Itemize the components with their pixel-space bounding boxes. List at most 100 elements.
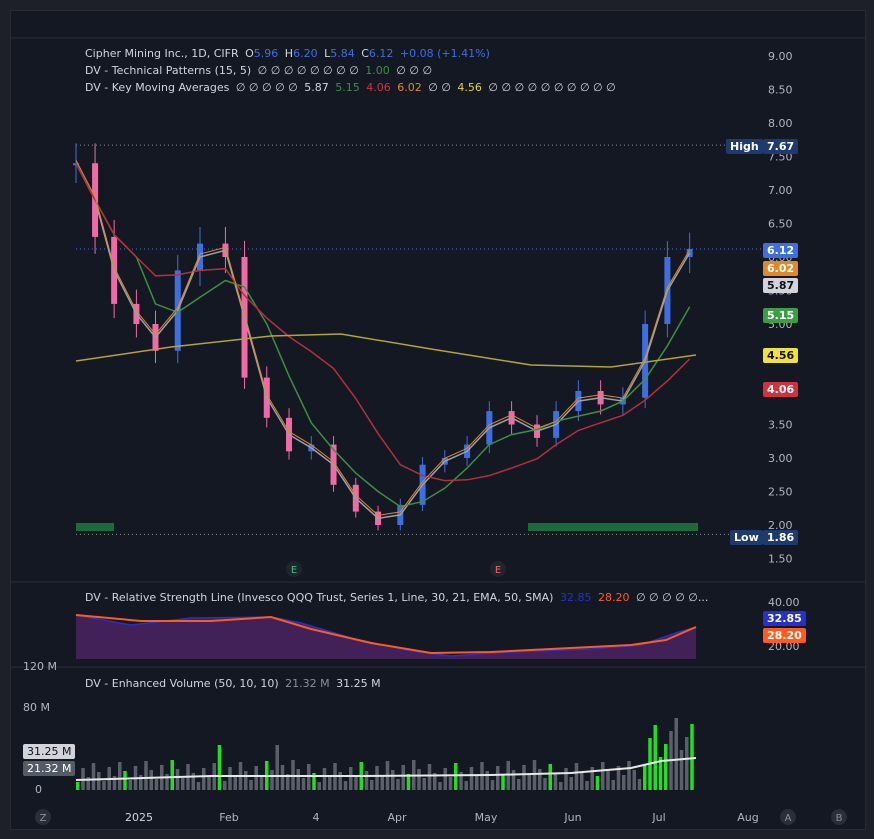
price-axis-tick: 3.50	[768, 419, 793, 432]
corner-button-label: Z	[40, 813, 47, 824]
volume-bar	[511, 770, 516, 790]
volume-bar	[448, 777, 453, 790]
volume-bar	[249, 780, 253, 790]
earnings-marker: E	[495, 565, 501, 576]
volume-bar	[685, 737, 689, 790]
volume-bar	[469, 767, 474, 790]
price-axis-tick: 7.00	[768, 184, 793, 197]
volume-bar	[622, 775, 626, 790]
volume-bar	[653, 725, 657, 790]
volume-bar	[553, 773, 558, 790]
time-axis-tick: Feb	[219, 811, 238, 824]
vol-cur-badge: 21.32 M	[23, 761, 76, 776]
earnings-marker: E	[291, 565, 297, 576]
legend-rs-name: DV - Relative Strength Line (Invesco QQQ…	[85, 591, 554, 604]
ma-orange-line	[75, 159, 691, 516]
volume-bar	[123, 771, 127, 790]
legend-ma-v4: 6.02	[397, 81, 422, 94]
legend-patterns-tail: ∅ ∅ ∅	[396, 64, 433, 77]
volume-bar	[643, 765, 647, 790]
vol-axis-tick: 80 M	[23, 701, 50, 714]
volume-bar	[475, 776, 479, 790]
time-axis-tick: Apr	[387, 811, 407, 824]
ma-yellow-line	[75, 333, 697, 368]
legend-low: 5.84	[330, 47, 355, 60]
volume-bar	[244, 771, 248, 790]
volume-bar	[102, 781, 106, 790]
volume-bar	[427, 764, 432, 790]
volume-bar	[538, 769, 542, 790]
volume-bar	[181, 778, 185, 790]
volume-bar	[270, 770, 274, 790]
legend-patterns-green: 1.00	[365, 64, 390, 77]
high-value-badge: 7.67	[763, 139, 799, 154]
price-axis-tick: 3.00	[768, 452, 793, 465]
volume-bar	[364, 771, 369, 790]
volume-bar	[627, 761, 631, 790]
volume-bar	[690, 724, 694, 790]
pattern-zone-right	[528, 523, 698, 531]
volume-bar	[301, 778, 306, 790]
legend-ma-v1: 5.87	[304, 81, 329, 94]
legend-symbol-name: Cipher Mining Inc., 1D, CIFR	[85, 47, 239, 60]
legend-rs-v2: 28.20	[597, 591, 630, 604]
volume-bar	[464, 781, 468, 790]
legend-open: 5.96	[253, 47, 279, 60]
legend-open-label: O	[245, 47, 254, 60]
ma-red-badge: 4.06	[763, 382, 799, 397]
volume-bar	[149, 770, 153, 790]
volume-bar	[223, 781, 227, 790]
volume-bar	[144, 761, 148, 790]
legend-vol-name: DV - Enhanced Volume (50, 10, 10)	[85, 677, 279, 690]
volume-bar	[97, 772, 101, 790]
legend-ma-v2: 5.15	[335, 81, 360, 94]
volume-bar	[280, 765, 285, 790]
volume-bar	[580, 772, 584, 790]
legend-ma-mid: ∅ ∅	[428, 81, 451, 94]
volume-bar	[517, 779, 521, 790]
time-axis-tick: Jun	[563, 811, 581, 824]
volume-bar	[375, 766, 379, 790]
legend-close: 6.12	[368, 47, 394, 60]
volume-bar	[522, 765, 526, 790]
volume-bar	[490, 780, 495, 790]
chart-area[interactable]: 9.008.508.007.507.006.506.005.505.004.50…	[10, 10, 866, 830]
volume-bar	[606, 771, 610, 790]
volume-bar	[233, 776, 237, 790]
volume-bar	[501, 775, 505, 790]
volume-bar	[396, 779, 400, 790]
volume-bar	[611, 780, 615, 790]
volume-bar	[548, 764, 552, 790]
volume-bar	[485, 771, 489, 790]
legend-patterns-values: ∅ ∅ ∅ ∅ ∅ ∅ ∅ ∅	[257, 64, 359, 77]
time-axis-tick: May	[475, 811, 498, 824]
corner-button-label: A	[785, 813, 792, 824]
volume-bar	[349, 767, 353, 790]
price-axis-tick: 9.00	[768, 50, 793, 63]
volume-bar	[595, 776, 600, 790]
legend-ma-name: DV - Key Moving Averages	[85, 81, 230, 94]
price-axis-tick: 2.50	[768, 486, 793, 499]
ma-gray-badge: 5.87	[763, 278, 799, 293]
volume-bar	[637, 779, 642, 790]
volume-bar	[338, 772, 342, 790]
legend-patterns-name: DV - Technical Patterns (15, 5)	[85, 64, 252, 77]
volume-bar	[91, 763, 96, 790]
volume-bar	[417, 769, 421, 790]
legend-change: +0.08 (+1.41%)	[399, 47, 490, 60]
low-label-badge: Low	[730, 530, 763, 545]
volume-bar	[370, 780, 374, 790]
corner-button-label: B	[836, 813, 843, 824]
price-axis-tick: 8.50	[768, 84, 793, 97]
legend-high-label: H	[284, 47, 294, 60]
price-badge: 6.12	[763, 243, 799, 258]
volume-bar	[207, 777, 211, 790]
volume-bar	[259, 775, 264, 790]
volume-bar	[154, 779, 159, 790]
volume-bar	[438, 782, 442, 790]
chart-canvas[interactable]: 9.008.508.007.507.006.506.005.505.004.50…	[11, 11, 865, 829]
volume-bar	[679, 750, 684, 790]
volume-bar	[275, 745, 279, 790]
legend-rs: DV - Relative Strength Line (Invesco QQQ…	[85, 591, 711, 604]
volume-bar	[601, 762, 605, 790]
